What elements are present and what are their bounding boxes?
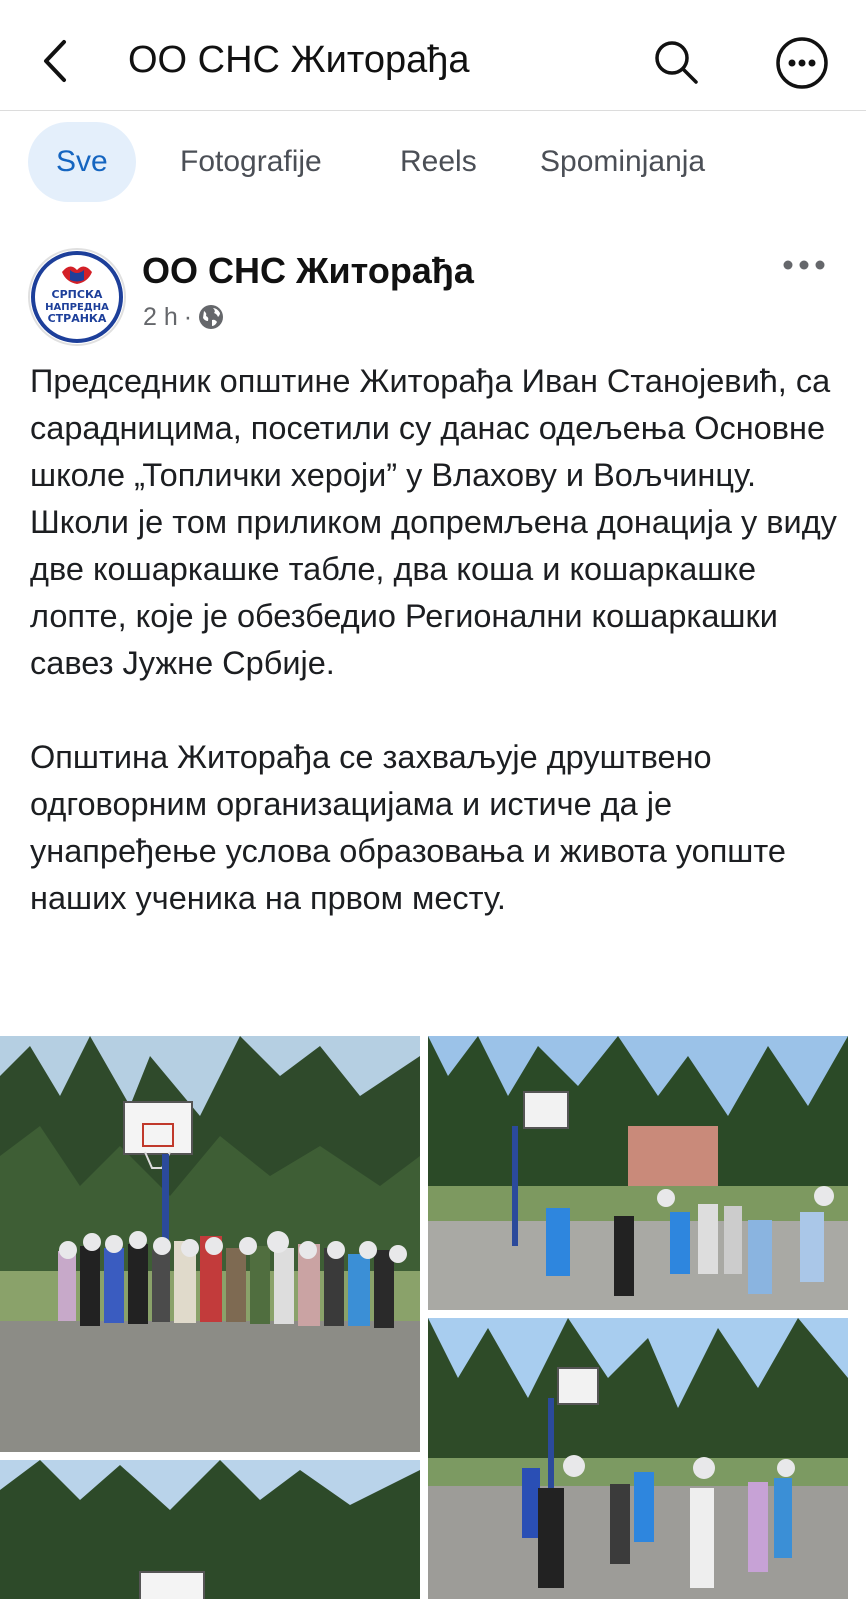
photo-group-basketball-court-2[interactable] [0,1460,420,1599]
photo-group-basketball-court[interactable] [0,1036,420,1452]
chevron-left-icon [44,40,66,82]
top-app-bar: ОО СНС Житорађа [0,0,866,111]
party-logo: СРПСКА НАПРЕДНА СТРАНКА [31,251,123,343]
more-horizontal-circle-icon [776,37,828,89]
photo-children-playing-2[interactable] [428,1318,848,1599]
post-paragraph-2: Општина Житорађа се захваљује друштвено … [30,739,786,916]
globe-icon [199,305,224,329]
logo-text-line-1: СРПСКА [52,288,103,301]
post-options-button[interactable] [780,250,828,280]
tab-fotografije[interactable]: Fotografije [180,122,322,202]
post-paragraph-1: Председник општине Житорађа Иван Станоје… [30,363,837,681]
tab-reels[interactable]: Reels [400,122,477,202]
more-options-button[interactable] [775,36,829,90]
photo-image [0,1460,420,1599]
post-body: Председник општине Житорађа Иван Станоје… [30,358,845,922]
search-button[interactable] [652,38,700,86]
photo-image [428,1036,848,1310]
author-avatar[interactable]: СРПСКА НАПРЕДНА СТРАНКА [28,248,126,346]
post-author-name[interactable]: ОО СНС Житорађа [142,250,474,292]
tab-sve[interactable]: Sve [28,122,136,202]
search-icon [655,41,698,84]
photo-image [428,1318,848,1599]
photo-children-playing-1[interactable] [428,1036,848,1310]
photo-image [0,1036,420,1452]
filter-tabs: Sve Fotografije Reels Spominjanja [0,118,866,208]
post-meta: 2 h · [143,302,224,332]
post-time[interactable]: 2 h [143,302,178,332]
page-title: ОО СНС Житорађа [128,39,470,81]
meta-separator: · [183,303,193,331]
back-button[interactable] [38,38,78,84]
tab-spominjanja[interactable]: Spominjanja [540,122,705,202]
more-horizontal-icon [783,260,825,270]
logo-text-line-3: СТРАНКА [48,312,107,325]
